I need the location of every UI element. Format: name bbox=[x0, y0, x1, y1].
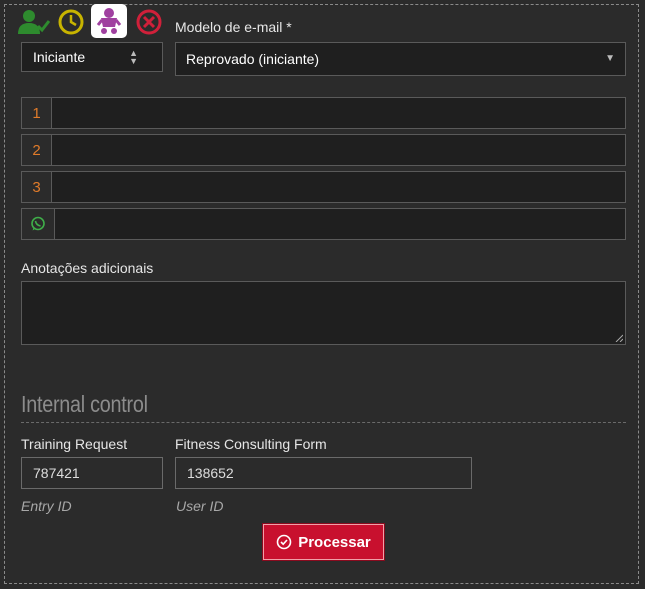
notes-textarea[interactable] bbox=[21, 281, 626, 345]
phone-input-1[interactable] bbox=[52, 98, 625, 128]
whatsapp-input[interactable] bbox=[55, 209, 625, 239]
phone-field-whatsapp bbox=[21, 208, 626, 240]
email-template-select[interactable]: Reprovado (iniciante) ▼ bbox=[175, 42, 626, 76]
baby-icon[interactable] bbox=[91, 4, 127, 38]
phone-addon-2: 2 bbox=[22, 135, 52, 165]
phone-input-3[interactable] bbox=[52, 172, 625, 202]
phone-input-2[interactable] bbox=[52, 135, 625, 165]
user-check-icon[interactable] bbox=[18, 6, 50, 38]
phone-field-2: 2 bbox=[21, 134, 626, 166]
caret-down-icon: ▼ bbox=[605, 53, 615, 64]
check-circle-icon bbox=[276, 534, 292, 550]
close-circle-icon[interactable] bbox=[133, 6, 165, 38]
level-select[interactable]: Iniciante ▲ ▼ bbox=[21, 42, 163, 72]
process-button[interactable]: Processar bbox=[262, 523, 385, 561]
whatsapp-icon bbox=[22, 209, 55, 239]
email-template-label: Modelo de e-mail * bbox=[175, 19, 292, 35]
section-title: Internal control bbox=[21, 391, 148, 417]
phone-field-1: 1 bbox=[21, 97, 626, 129]
fitness-form-field[interactable]: 138652 bbox=[175, 457, 472, 489]
email-template-value: Reprovado (iniciante) bbox=[186, 51, 320, 67]
clock-icon[interactable] bbox=[55, 6, 87, 38]
phone-addon-3: 3 bbox=[22, 172, 52, 202]
entry-id-hint: Entry ID bbox=[21, 498, 72, 514]
resize-handle-icon[interactable] bbox=[615, 334, 623, 342]
level-select-value: Iniciante bbox=[33, 49, 86, 65]
fitness-form-label: Fitness Consulting Form bbox=[175, 436, 327, 452]
section-divider bbox=[21, 422, 626, 423]
phone-field-3: 3 bbox=[21, 171, 626, 203]
training-request-field[interactable]: 787421 bbox=[21, 457, 163, 489]
updown-icon: ▲ ▼ bbox=[129, 48, 138, 66]
training-request-label: Training Request bbox=[21, 436, 128, 452]
user-id-hint: User ID bbox=[176, 498, 224, 514]
process-button-label: Processar bbox=[298, 533, 371, 551]
phone-addon-1: 1 bbox=[22, 98, 52, 128]
notes-label: Anotações adicionais bbox=[21, 260, 154, 276]
